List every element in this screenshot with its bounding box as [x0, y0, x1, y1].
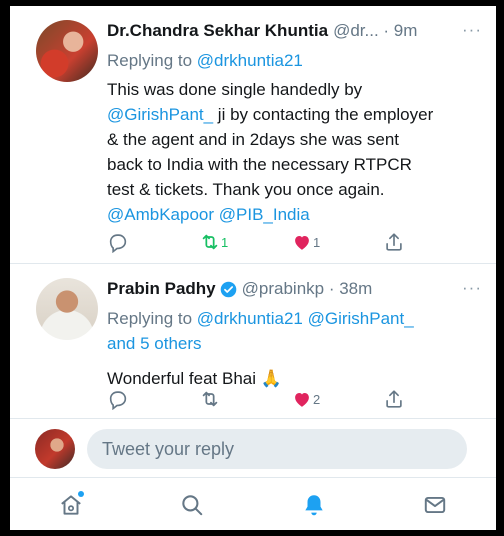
- tweet-text-line: This was done single handedly by: [107, 80, 363, 99]
- tab-search[interactable]: [172, 485, 212, 525]
- tab-home[interactable]: [51, 485, 91, 525]
- tweet-text-line: @GirishPant_ ji by contacting the employ…: [107, 102, 482, 127]
- tweet-text-fragment: ji by contacting the employer: [213, 105, 434, 124]
- author-handle-time: @prabinkp · 38m: [241, 279, 373, 298]
- share-icon: [386, 390, 402, 408]
- messages-icon: [425, 496, 446, 513]
- author-name[interactable]: Dr.Chandra Sekhar Khuntia: [107, 20, 328, 42]
- retweet-icon: [202, 234, 218, 250]
- reply-button[interactable]: [107, 387, 199, 411]
- avatar[interactable]: [36, 278, 98, 340]
- heart-icon: [295, 236, 309, 250]
- reply-input[interactable]: Tweet your reply: [87, 429, 467, 469]
- tweet-actions: 2: [107, 387, 482, 411]
- author-handle-time: @dr... · 9m: [333, 21, 418, 40]
- tweet[interactable]: Dr.Chandra Sekhar Khuntia @dr... · 9m ··…: [10, 6, 496, 264]
- share-button[interactable]: [383, 230, 475, 254]
- like-count: 2: [313, 391, 321, 407]
- replying-more-link[interactable]: and 5 others: [107, 331, 482, 356]
- new-content-dot: [77, 490, 84, 497]
- replying-to: Replying to @drkhuntia21: [107, 48, 482, 73]
- verified-badge-icon: [220, 281, 236, 297]
- tweet-thread: Dr.Chandra Sekhar Khuntia @dr... · 9m ··…: [10, 6, 496, 530]
- notifications-icon: [305, 494, 323, 515]
- current-user-avatar: [35, 429, 75, 469]
- tweet-header: Prabin Padhy @prabinkp · 38m: [107, 278, 482, 300]
- tab-messages[interactable]: [415, 485, 455, 525]
- reply-icon: [109, 391, 127, 410]
- tweet-text-line: & the agent and in 2days she was sent: [107, 130, 400, 149]
- heart-icon: [295, 393, 309, 407]
- replying-prefix: Replying to: [107, 309, 197, 328]
- more-options-icon[interactable]: ···: [462, 20, 482, 40]
- replying-to-link[interactable]: @drkhuntia21: [197, 51, 303, 70]
- tab-notifications[interactable]: [294, 485, 334, 525]
- author-name[interactable]: Prabin Padhy: [107, 278, 216, 300]
- tweet-content: Dr.Chandra Sekhar Khuntia @dr... · 9m ··…: [107, 20, 482, 227]
- mention-link[interactable]: @PIB_India: [219, 205, 310, 224]
- tweet-content: Prabin Padhy @prabinkp · 38m ··· Replyin…: [107, 278, 482, 391]
- replying-to: Replying to @drkhuntia21 @GirishPant_: [107, 306, 482, 331]
- like-button[interactable]: 1: [291, 230, 383, 254]
- mention-link[interactable]: @GirishPant_: [107, 105, 213, 124]
- replying-to-link[interactable]: @drkhuntia21 @GirishPant_: [197, 309, 414, 328]
- reply-icon: [109, 234, 127, 253]
- like-button[interactable]: 2: [291, 387, 383, 411]
- bottom-tab-bar: [10, 479, 496, 530]
- tweet-text-line: test & tickets. Thank you once again.: [107, 180, 385, 199]
- retweet-count: 1: [221, 234, 229, 250]
- tweet-header: Dr.Chandra Sekhar Khuntia @dr... · 9m: [107, 20, 482, 42]
- share-button[interactable]: [383, 387, 475, 411]
- tweet-text: This was done single handedly by @Girish…: [107, 77, 482, 227]
- retweet-button[interactable]: [199, 387, 291, 411]
- like-count: 1: [313, 234, 321, 250]
- reply-composer: Tweet your reply: [10, 420, 496, 478]
- share-icon: [386, 233, 402, 251]
- search-icon: [182, 494, 203, 515]
- avatar[interactable]: [36, 20, 98, 82]
- retweet-button[interactable]: 1: [199, 230, 291, 254]
- more-options-icon[interactable]: ···: [462, 278, 482, 298]
- replying-prefix: Replying to: [107, 51, 197, 70]
- tweet-text-line: @AmbKapoor @PIB_India: [107, 202, 482, 227]
- tweet-text-line: back to India with the necessary RTPCR: [107, 155, 412, 174]
- mention-link[interactable]: @AmbKapoor: [107, 205, 214, 224]
- reply-button[interactable]: [107, 230, 199, 254]
- retweet-icon: [202, 391, 218, 407]
- tweet-actions: 1 1: [107, 230, 482, 254]
